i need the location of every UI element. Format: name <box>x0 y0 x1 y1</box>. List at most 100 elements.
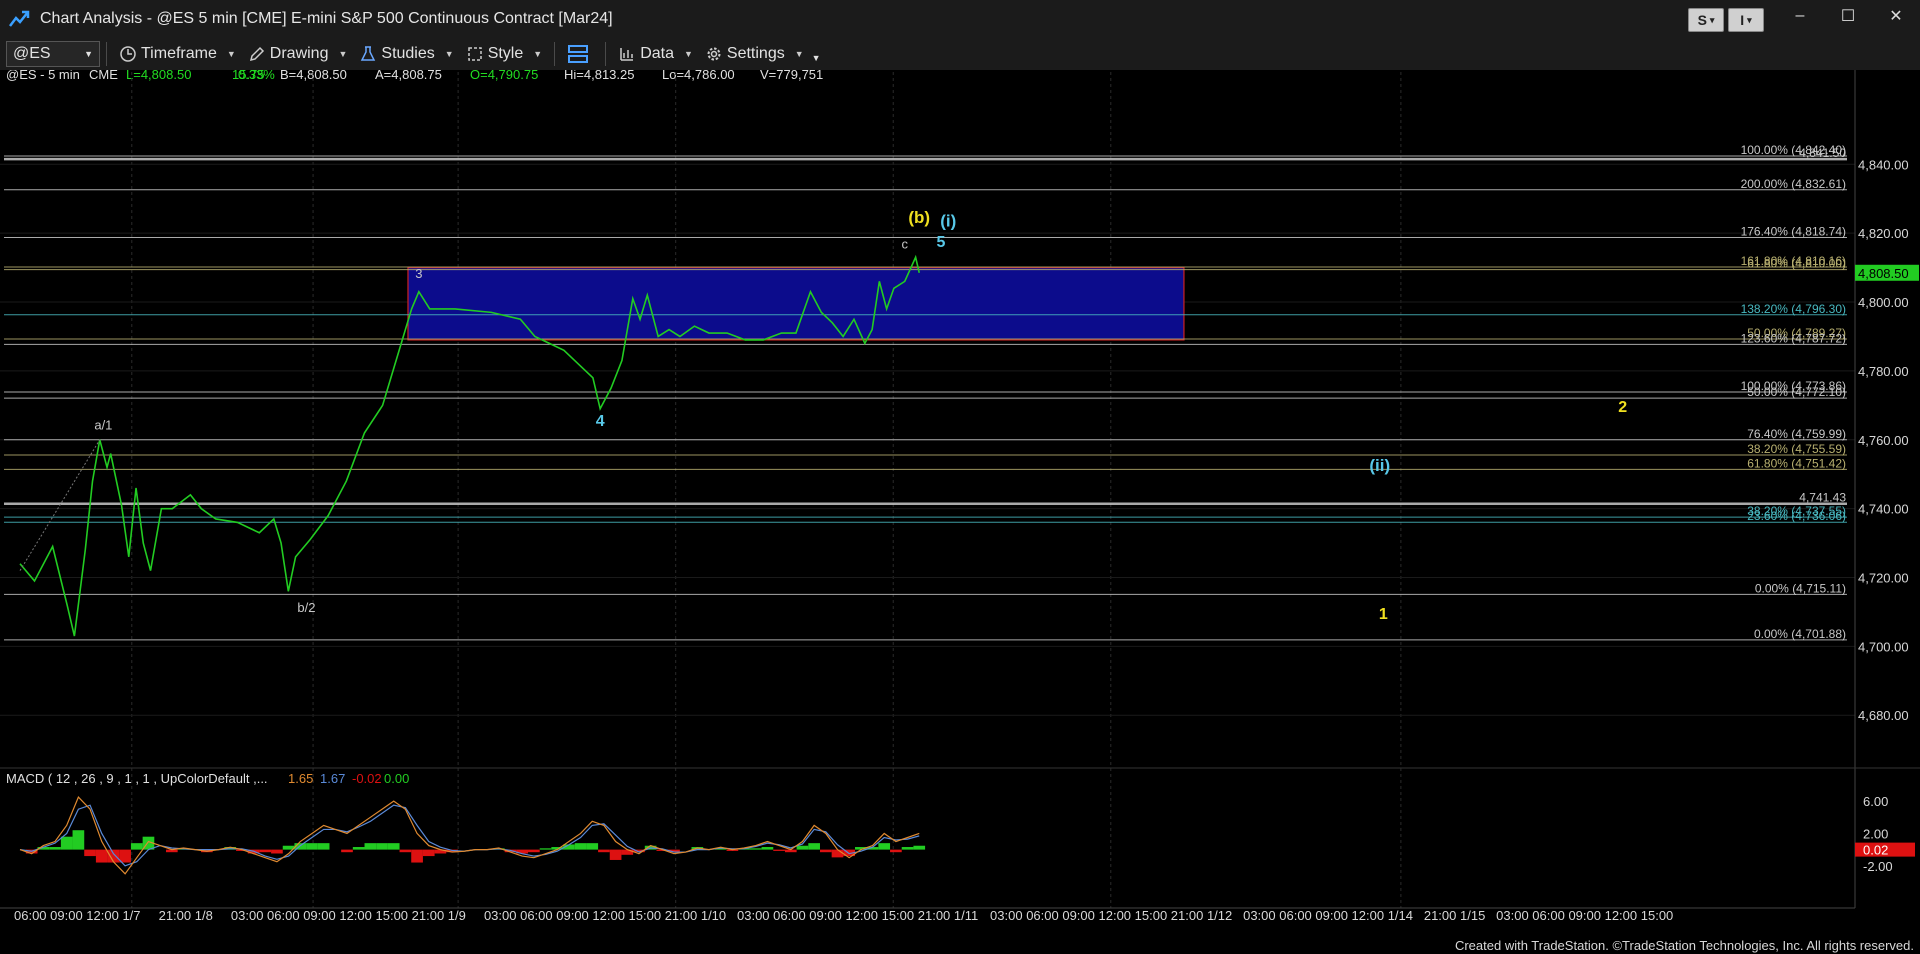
time-tick-label: 06:00 <box>267 908 300 923</box>
time-tick-label: 1/12 <box>1207 908 1232 923</box>
fib-label: 176.40% (4,818.74) <box>1741 225 1846 239</box>
time-tick-label: 21:00 <box>1171 908 1204 923</box>
wave-label: (ii) <box>1369 456 1390 475</box>
footer-credit: Created with TradeStation. ©TradeStation… <box>1454 938 1914 953</box>
time-tick-label: 03:00 <box>990 908 1023 923</box>
time-tick-label: 09:00 <box>50 908 83 923</box>
time-tick-label: 12:00 <box>86 908 119 923</box>
studies-menu[interactable]: Studies ▼ <box>359 45 454 63</box>
fib-label: 138.20% (4,796.30) <box>1741 302 1846 316</box>
time-tick-label: 1/10 <box>701 908 726 923</box>
range-box <box>407 267 1185 341</box>
pencil-icon <box>249 46 264 62</box>
macd-hist-bar <box>399 849 412 853</box>
drawing-menu[interactable]: Drawing ▼ <box>248 45 347 63</box>
grid <box>0 72 1855 908</box>
settings-menu[interactable]: Settings ▼ <box>705 45 804 63</box>
wave-label: 3 <box>415 266 422 281</box>
fib-label: 4,841.50 <box>1799 146 1846 160</box>
quote-exchange: CME <box>89 70 118 82</box>
macd-value: -0.02 <box>352 771 382 786</box>
macd-hist-bar <box>95 849 108 863</box>
window-title: Chart Analysis - @ES 5 min [CME] E-mini … <box>40 10 613 27</box>
fib-label: 23.60% (4,736.06) <box>1747 509 1846 523</box>
s-link-button[interactable]: S ▾ <box>1688 8 1724 32</box>
time-tick-label: 09:00 <box>556 908 589 923</box>
title-bar: Chart Analysis - @ES 5 min [CME] E-mini … <box>0 0 1920 38</box>
time-tick-label: 1/8 <box>195 908 213 923</box>
macd-hist-bar <box>761 847 774 850</box>
macd-hist-bar <box>831 849 844 858</box>
i-link-button[interactable]: I ▾ <box>1728 8 1764 32</box>
chevron-down-icon: ▼ <box>533 49 543 59</box>
macd-hist-bar <box>773 849 785 851</box>
time-tick-label: 1/14 <box>1388 908 1413 923</box>
macd-hist-bar <box>796 845 809 850</box>
price-tick-label: 4,680.00 <box>1858 708 1909 723</box>
fib-label: 50.00% (4,772.10) <box>1747 385 1846 399</box>
time-tick-label: 09:00 <box>1315 908 1348 923</box>
macd-tick-label: -2.00 <box>1863 859 1893 874</box>
quote-high: Hi=4,813.25 <box>564 70 634 82</box>
macd-hist-bar <box>376 843 388 850</box>
time-tick-label: 06:00 <box>773 908 806 923</box>
toolbar-divider <box>605 42 607 66</box>
flask-icon <box>361 46 376 61</box>
macd-hist-bar <box>586 843 599 850</box>
macd-hist-bar <box>808 843 820 850</box>
time-tick-label: 06:00 <box>1279 908 1312 923</box>
time-tick-label: 15:00 <box>629 908 662 923</box>
chart-area[interactable]: @ES - 5 min CME L=4,808.50 15.75 0.33% B… <box>0 67 1920 940</box>
fib-label: 38.20% (4,755.59) <box>1747 442 1846 456</box>
chevron-down-icon: ▼ <box>444 49 454 59</box>
toolbar-overflow-icon[interactable]: ▼ <box>812 53 821 63</box>
time-tick-label: 21:00 <box>412 908 445 923</box>
fib-label: 61.80% (4,751.42) <box>1747 456 1846 470</box>
price-chart[interactable]: @ES - 5 min CME L=4,808.50 15.75 0.33% B… <box>0 67 1920 940</box>
quote-volume: V=779,751 <box>760 70 823 82</box>
style-menu[interactable]: Style ▼ <box>466 45 543 63</box>
macd-hist-bar <box>528 849 540 853</box>
fib-label: 4,741.43 <box>1799 491 1846 505</box>
time-tick-label: 12:00 <box>1352 908 1385 923</box>
time-tick-label: 1/9 <box>448 908 466 923</box>
macd-hist-bar <box>317 843 330 850</box>
macd-hist-bar <box>621 849 634 855</box>
symbol-input[interactable]: @ES ▼ <box>6 41 100 67</box>
time-tick-label: 21:00 <box>1424 908 1457 923</box>
time-tick-label: 21:00 <box>918 908 951 923</box>
macd-hist-bar <box>878 843 891 850</box>
macd-hist-bar <box>341 849 353 853</box>
layout-button[interactable] <box>567 43 593 65</box>
data-menu[interactable]: Data ▼ <box>618 45 693 63</box>
close-button[interactable]: ✕ <box>1876 4 1916 28</box>
time-tick-label: 1/15 <box>1460 908 1485 923</box>
time-tick-label: 12:00 <box>1099 908 1132 923</box>
time-tick-label: 1/11 <box>954 908 978 923</box>
bar-chart-icon <box>620 48 634 61</box>
timeframe-menu[interactable]: Timeframe ▼ <box>119 45 236 63</box>
time-tick-label: 03:00 <box>231 908 264 923</box>
time-tick-label: 09:00 <box>809 908 842 923</box>
minimize-button[interactable]: – <box>1780 4 1820 28</box>
macd-hist-bar <box>60 836 73 850</box>
wave-label: (b) <box>908 208 930 227</box>
macd-hist-bar <box>749 848 762 850</box>
macd-hist-bar <box>306 843 318 850</box>
price-tick-label: 4,840.00 <box>1858 157 1909 172</box>
chart-toolbar: @ES ▼ Timeframe ▼ Drawing ▼ Studies ▼ Style… <box>0 38 1920 70</box>
macd-hist-bar <box>72 830 85 850</box>
quote-open: O=4,790.75 <box>470 70 538 82</box>
macd-hist-bar <box>271 849 283 854</box>
time-tick-label: 12:00 <box>592 908 625 923</box>
price-tick-label: 4,700.00 <box>1858 639 1909 654</box>
macd-hist-bar <box>609 849 622 860</box>
wave-label: 1 <box>1379 606 1388 623</box>
macd-value: 1.65 <box>288 771 313 786</box>
chevron-down-icon: ▼ <box>794 49 804 59</box>
macd-hist-bar <box>119 849 131 863</box>
style-icon <box>467 47 482 61</box>
maximize-button[interactable]: ☐ <box>1828 4 1868 28</box>
time-tick-label: 15:00 <box>1641 908 1674 923</box>
fib-label: 200.00% (4,832.61) <box>1741 177 1846 191</box>
